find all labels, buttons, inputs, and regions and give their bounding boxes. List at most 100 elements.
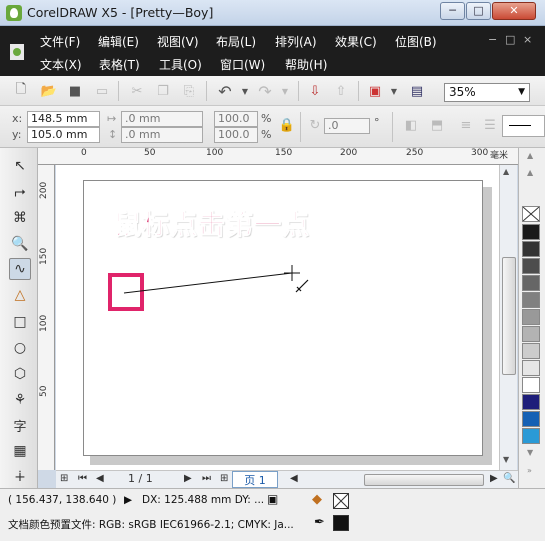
menu-table[interactable]: 表格(T) [99, 56, 140, 73]
menu-view[interactable]: 视图(V) [157, 33, 199, 50]
doc-close-button[interactable]: × [523, 33, 532, 46]
wrap-text-icon[interactable]: ≡ [457, 116, 475, 134]
menu-tools[interactable]: 工具(O) [159, 56, 202, 73]
color-swatch[interactable] [522, 309, 540, 325]
vertical-scrollbar[interactable]: ▲ ▼ [499, 165, 517, 470]
import-icon[interactable]: ⇩ [306, 82, 324, 100]
polygon-tool-icon[interactable]: ⬡ [9, 363, 31, 385]
scale-y-field[interactable]: 100.0 [214, 127, 258, 143]
pick-tool-icon[interactable]: ↖ [9, 155, 31, 177]
rectangle-tool-icon[interactable]: □ [9, 311, 31, 333]
table-tool-icon[interactable]: ▦ [9, 440, 31, 462]
color-swatch[interactable] [522, 241, 540, 257]
maximize-button[interactable]: □ [466, 2, 491, 20]
scale-x-field[interactable]: 100.0 [214, 111, 258, 127]
first-page-icon[interactable]: ⏮ [78, 473, 87, 484]
menu-effects[interactable]: 效果(C) [335, 33, 377, 50]
outline-color-swatch[interactable] [333, 515, 349, 531]
color-swatch[interactable] [522, 428, 540, 444]
open-icon[interactable]: 📂 [40, 82, 58, 100]
welcome-icon[interactable]: ▤ [408, 82, 426, 100]
color-swatch[interactable] [522, 360, 540, 376]
dimension-tool-icon[interactable]: ∔ [9, 466, 31, 488]
outline-width-dropdown[interactable] [502, 115, 545, 137]
undo-dropdown-icon[interactable]: ▼ [236, 82, 254, 100]
save-icon[interactable]: ■ [66, 82, 84, 100]
prev-page-icon[interactable]: ◀ [96, 473, 104, 484]
new-icon[interactable]: 🗋 [12, 82, 30, 100]
doc-minimize-button[interactable]: − [488, 33, 497, 46]
text-tool-icon[interactable]: 字 [9, 414, 31, 436]
width-field[interactable]: .0 mm [121, 111, 203, 127]
mirror-horizontal-icon[interactable]: ◧ [402, 116, 420, 134]
height-field[interactable]: .0 mm [121, 127, 203, 143]
color-swatch[interactable] [522, 394, 540, 410]
drawing-canvas[interactable]: 鼠标点击第一点 [56, 165, 499, 470]
page-tab[interactable]: 页 1 [232, 471, 278, 488]
color-swatch[interactable] [522, 343, 540, 359]
freehand-tool-icon[interactable]: ∿ [9, 258, 31, 280]
crop-tool-icon[interactable]: ⌘ [9, 207, 31, 229]
shape-tool-icon[interactable]: ⮣ [9, 181, 31, 203]
redo-icon[interactable]: ↷ [256, 82, 274, 101]
palette-expand-icon[interactable]: » [527, 466, 532, 475]
app-launcher-icon[interactable]: ▣ [366, 82, 384, 100]
fill-bucket-icon[interactable]: ◆ [312, 492, 322, 507]
menu-layout[interactable]: 布局(L) [216, 33, 256, 50]
app-launcher-dropdown-icon[interactable]: ▼ [385, 82, 403, 100]
menu-text[interactable]: 文本(X) [40, 56, 82, 73]
close-button[interactable]: ✕ [492, 2, 536, 20]
outline-width-icon[interactable]: ☰ [481, 116, 499, 134]
menu-window[interactable]: 窗口(W) [220, 56, 265, 73]
menu-file[interactable]: 文件(F) [40, 33, 80, 50]
undo-icon[interactable]: ↶ [216, 82, 234, 101]
basic-shapes-tool-icon[interactable]: ⚘ [9, 389, 31, 411]
copy-icon[interactable]: ❐ [154, 82, 172, 100]
rotation-field[interactable]: .0 [324, 118, 370, 134]
scroll-left-icon[interactable]: ◀ [290, 473, 298, 484]
no-color-swatch[interactable] [522, 206, 540, 222]
scroll-down-icon[interactable]: ▼ [503, 455, 509, 464]
lock-ratio-icon[interactable]: 🔒 [278, 116, 296, 134]
last-page-icon[interactable]: ⏭ [202, 473, 211, 484]
export-icon[interactable]: ⇧ [332, 82, 350, 100]
zoom-tool-icon[interactable]: 🔍 [9, 233, 31, 255]
menu-edit[interactable]: 编辑(E) [98, 33, 139, 50]
menu-help[interactable]: 帮助(H) [285, 56, 327, 73]
y-position-field[interactable]: 105.0 mm [27, 127, 100, 143]
color-swatch[interactable] [522, 258, 540, 274]
zoom-level-dropdown[interactable]: 35% ▼ [444, 83, 530, 102]
scroll-right-icon[interactable]: ▶ [490, 473, 498, 484]
color-swatch[interactable] [522, 224, 540, 240]
vertical-scroll-thumb[interactable] [502, 257, 516, 375]
pen-nib-icon[interactable]: ✒ [314, 515, 325, 530]
color-swatch[interactable] [522, 275, 540, 291]
cut-icon[interactable]: ✂ [128, 82, 146, 100]
color-swatch[interactable] [522, 377, 540, 393]
menu-arrange[interactable]: 排列(A) [275, 33, 317, 50]
color-swatch[interactable] [522, 326, 540, 342]
smart-fill-tool-icon[interactable]: △ [9, 284, 31, 306]
x-position-field[interactable]: 148.5 mm [27, 111, 100, 127]
ellipse-tool-icon[interactable]: ○ [9, 337, 31, 359]
palette-scroll-up-icon-2[interactable]: ▲ [527, 168, 533, 177]
color-swatch[interactable] [522, 411, 540, 427]
next-page-icon[interactable]: ▶ [184, 473, 192, 484]
doc-restore-button[interactable]: □ [505, 33, 515, 46]
navigator-icon[interactable]: 🔍 [503, 473, 515, 484]
horizontal-scroll-thumb[interactable] [364, 474, 484, 486]
add-page-icon[interactable]: ⊞ [60, 473, 68, 484]
scroll-up-icon[interactable]: ▲ [503, 167, 509, 176]
add-page-after-icon[interactable]: ⊞ [220, 473, 228, 484]
mirror-vertical-icon[interactable]: ⬒ [428, 116, 446, 134]
redo-dropdown-icon[interactable]: ▼ [276, 82, 294, 100]
palette-scroll-up-icon[interactable]: ▲ [527, 151, 533, 160]
color-swatch[interactable] [522, 292, 540, 308]
paste-icon[interactable]: ⎘ [180, 82, 198, 100]
palette-scroll-down-icon[interactable]: ▼ [527, 448, 533, 457]
menu-bitmaps[interactable]: 位图(B) [395, 33, 437, 50]
fill-color-swatch[interactable] [333, 493, 349, 509]
status-screen-icon[interactable]: ▣ [267, 492, 278, 506]
minimize-button[interactable]: ─ [440, 2, 465, 20]
print-icon[interactable]: ▭ [93, 82, 111, 100]
